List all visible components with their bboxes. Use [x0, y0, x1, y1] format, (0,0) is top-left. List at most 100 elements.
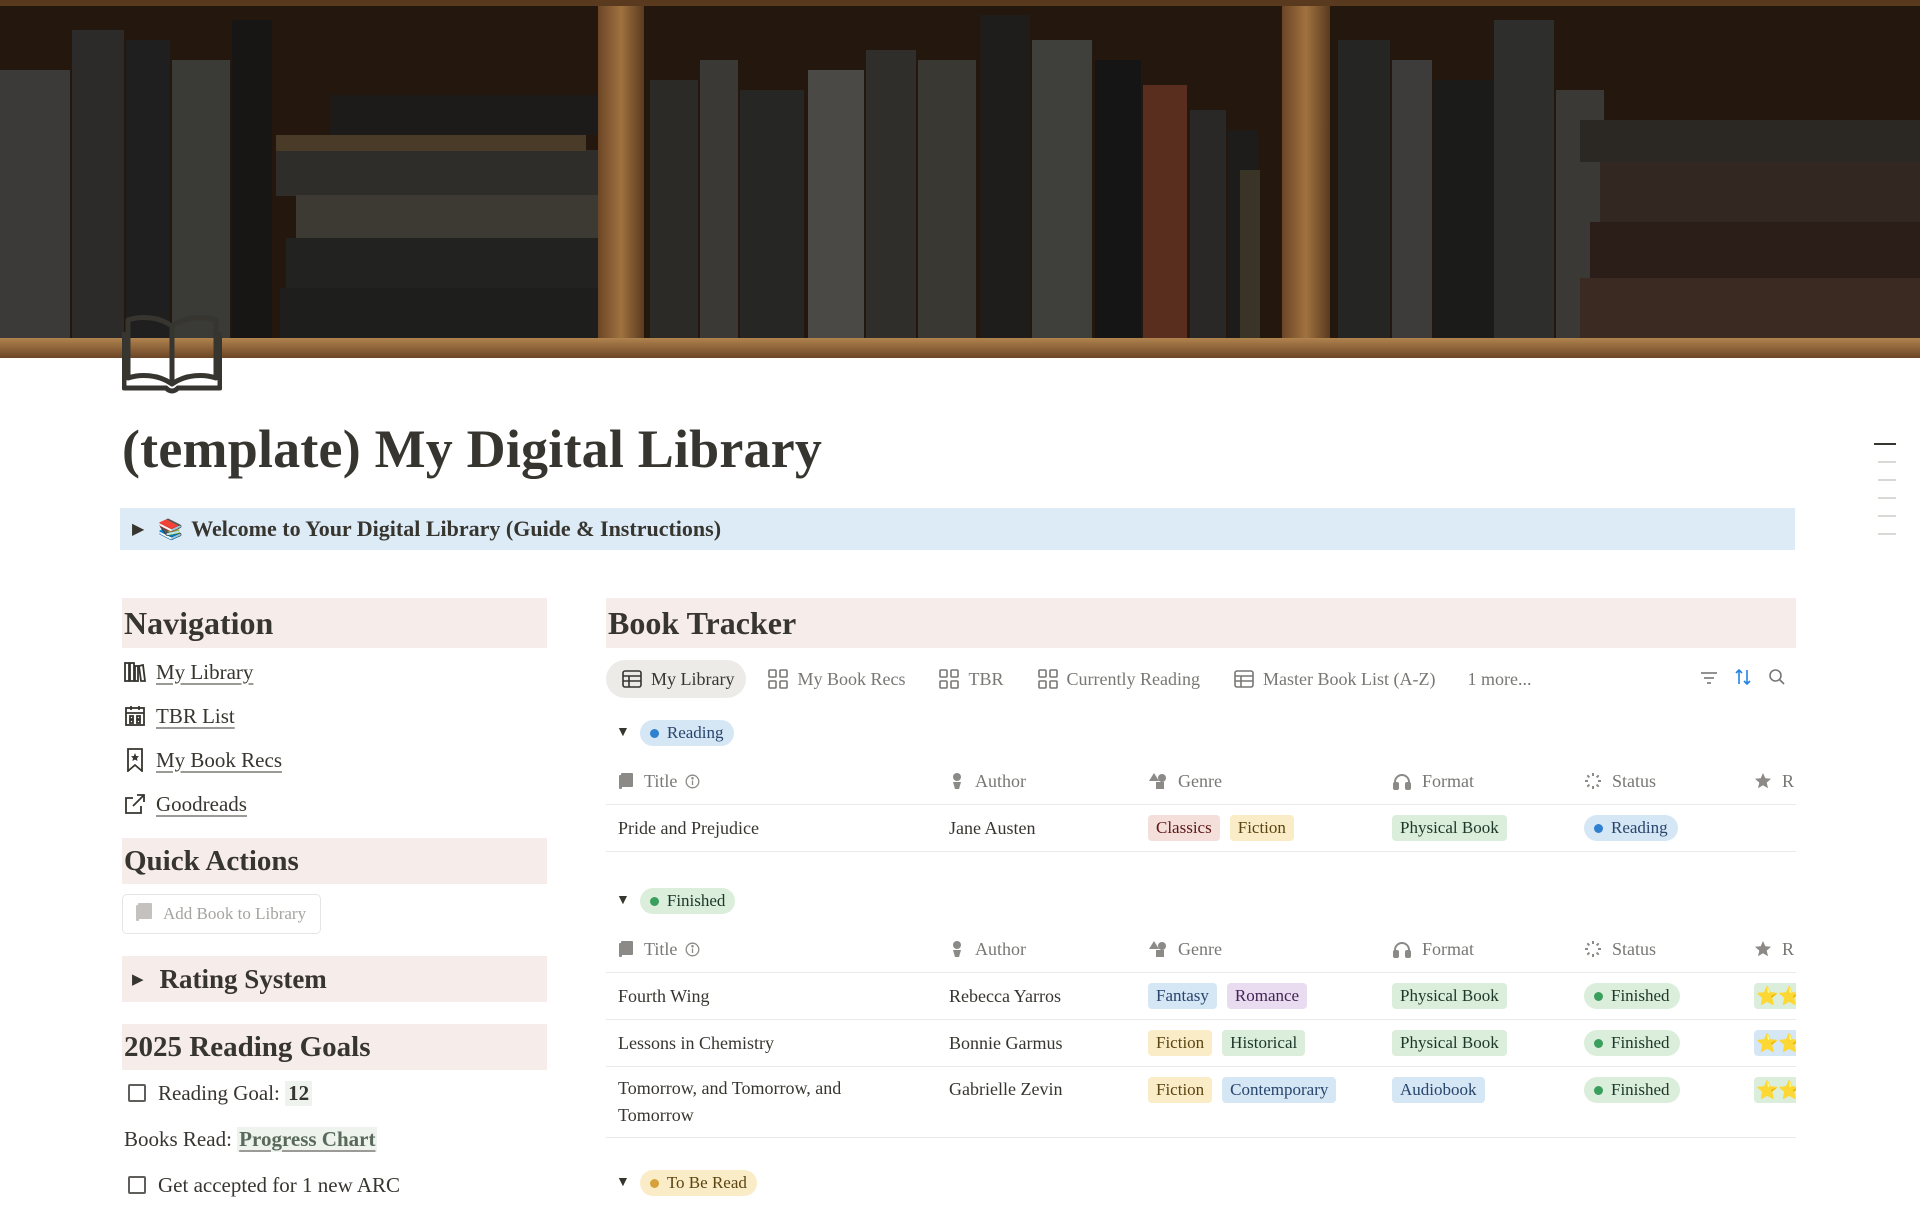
tab-label: Currently Reading — [1066, 668, 1200, 689]
genre-tag: Fantasy — [1148, 983, 1217, 1009]
nav-item-tbr-list[interactable]: TBR List — [122, 694, 547, 738]
nav-item-goodreads[interactable]: Goodreads — [122, 782, 547, 826]
reading-goals-heading: 2025 Reading Goals — [122, 1024, 547, 1070]
gallery-icon — [768, 669, 789, 689]
row-title[interactable]: Pride and Prejudice — [618, 805, 918, 851]
book-tracker-heading: Book Tracker — [606, 598, 1796, 648]
toggle-triangle-icon[interactable]: ▼ — [616, 1175, 630, 1191]
toggle-triangle-icon[interactable]: ▶ — [132, 970, 144, 989]
tab-my-book-recs[interactable]: My Book Recs — [752, 660, 917, 698]
column-rating[interactable]: R — [1754, 758, 1796, 804]
row-title[interactable]: Fourth Wing — [618, 973, 918, 1019]
row-author: Jane Austen — [949, 817, 1036, 838]
rating-stars: ⭐⭐ — [1754, 983, 1796, 1009]
sort-icon[interactable] — [1734, 668, 1752, 691]
row-author: Bonnie Garmus — [949, 1032, 1063, 1053]
toggle-triangle-icon[interactable]: ▼ — [616, 725, 630, 741]
gallery-icon — [1037, 669, 1058, 689]
table-row[interactable]: Lessons in Chemistry Bonnie Garmus Ficti… — [606, 1020, 1796, 1067]
nav-link-goodreads[interactable]: Goodreads — [156, 792, 247, 817]
shapes-icon — [1148, 772, 1168, 790]
table-row[interactable]: Fourth Wing Rebecca Yarros Fantasy Romanc… — [606, 973, 1796, 1020]
column-rating[interactable]: R — [1754, 926, 1796, 972]
filter-icon[interactable] — [1700, 669, 1718, 690]
headphones-icon — [1392, 772, 1412, 790]
arc-goal-label: Get accepted for 1 new ARC — [158, 1172, 401, 1197]
tab-tbr[interactable]: TBR — [923, 660, 1015, 698]
open-book-icon — [121, 312, 223, 396]
column-author[interactable]: Author — [949, 758, 1149, 804]
status-badge: Finished — [1584, 1077, 1680, 1103]
tab-my-library[interactable]: My Library — [606, 660, 747, 698]
outline-indicator[interactable] — [1874, 443, 1896, 551]
column-genre[interactable]: Genre — [1148, 926, 1388, 972]
tab-label: My Library — [651, 668, 735, 689]
table-row[interactable]: Tomorrow, and Tomorrow, and Tomorrow Gab… — [606, 1067, 1796, 1138]
arc-goal-item: Get accepted for 1 new ARC — [122, 1162, 547, 1208]
tab-currently-reading[interactable]: Currently Reading — [1022, 660, 1212, 698]
loading-icon — [1584, 772, 1602, 790]
format-tag: Physical Book — [1392, 1030, 1507, 1056]
reading-goal-item: Reading Goal: 12 — [122, 1070, 547, 1116]
book-icon — [618, 940, 634, 958]
genre-tag: Fiction — [1148, 1030, 1213, 1056]
reading-goal-checkbox[interactable] — [128, 1084, 146, 1102]
column-title[interactable]: Title — [618, 758, 918, 804]
genre-tag: Contemporary — [1222, 1077, 1337, 1103]
page-title: (template) My Digital Library — [122, 419, 823, 479]
search-icon[interactable] — [1768, 668, 1786, 691]
books-read-line: Books Read: Progress Chart — [122, 1116, 547, 1162]
left-column: Navigation My Library TBR List My Book R… — [122, 598, 547, 1208]
person-icon — [949, 772, 965, 790]
toggle-triangle-icon[interactable]: ▶ — [132, 519, 144, 539]
status-badge: Finished — [1584, 1030, 1680, 1056]
arc-goal-checkbox[interactable] — [128, 1176, 146, 1194]
tab-more[interactable]: 1 more... — [1453, 660, 1543, 698]
book-icon — [618, 772, 634, 790]
row-format: Physical Book — [1392, 973, 1572, 1019]
shapes-icon — [1148, 940, 1168, 958]
headphones-icon — [1392, 940, 1412, 958]
row-title[interactable]: Tomorrow, and Tomorrow, and Tomorrow — [618, 1067, 918, 1137]
add-book-button[interactable]: Add Book to Library — [122, 894, 322, 934]
column-status[interactable]: Status — [1584, 926, 1734, 972]
column-status[interactable]: Status — [1584, 758, 1734, 804]
table-row[interactable]: Pride and Prejudice Jane Austen Classics… — [606, 805, 1796, 852]
status-badge: To Be Read — [639, 1170, 757, 1196]
nav-item-my-book-recs[interactable]: My Book Recs — [122, 738, 547, 782]
table-header: Title Author Genre Format Status R — [606, 926, 1796, 973]
reading-goal-label: Reading Goal: — [158, 1080, 280, 1105]
nav-item-my-library[interactable]: My Library — [122, 650, 547, 694]
genre-tag: Classics — [1148, 815, 1220, 841]
bookshelf-icon — [122, 659, 148, 685]
welcome-toggle[interactable]: ▶ 📚 Welcome to Your Digital Library (Gui… — [120, 508, 1795, 550]
nav-link-tbr-list[interactable]: TBR List — [156, 704, 235, 729]
toggle-triangle-icon[interactable]: ▼ — [616, 893, 630, 909]
nav-link-my-library[interactable]: My Library — [156, 660, 253, 685]
column-format[interactable]: Format — [1392, 926, 1572, 972]
column-author[interactable]: Author — [949, 926, 1149, 972]
rating-stars: ⭐⭐ — [1754, 1077, 1796, 1103]
group-finished[interactable]: ▼ Finished — [606, 886, 1796, 916]
progress-chart-link[interactable]: Progress Chart — [237, 1126, 378, 1152]
row-rating: ⭐⭐ — [1754, 1067, 1796, 1103]
info-icon — [685, 942, 700, 957]
rating-system-toggle[interactable]: ▶ Rating System — [122, 956, 547, 1002]
books-read-label: Books Read: — [124, 1126, 232, 1151]
group-reading[interactable]: ▼ Reading — [606, 718, 1796, 748]
row-author: Rebecca Yarros — [949, 985, 1061, 1006]
column-genre[interactable]: Genre — [1148, 758, 1388, 804]
row-status: Finished — [1584, 1020, 1734, 1066]
star-icon — [1754, 940, 1772, 958]
row-genres: Classics Fiction — [1148, 805, 1388, 851]
column-format[interactable]: Format — [1392, 758, 1572, 804]
row-title[interactable]: Lessons in Chemistry — [618, 1020, 918, 1066]
group-to-be-read[interactable]: ▼ To Be Read — [606, 1168, 1796, 1198]
column-title[interactable]: Title — [618, 926, 918, 972]
rating-stars: ⭐⭐ — [1754, 1030, 1796, 1056]
nav-link-my-book-recs[interactable]: My Book Recs — [156, 748, 282, 773]
row-status: Reading — [1584, 805, 1734, 851]
reading-goal-value: 12 — [285, 1080, 313, 1106]
tab-master-book-list[interactable]: Master Book List (A-Z) — [1218, 660, 1447, 698]
cover-image — [0, 0, 1920, 358]
